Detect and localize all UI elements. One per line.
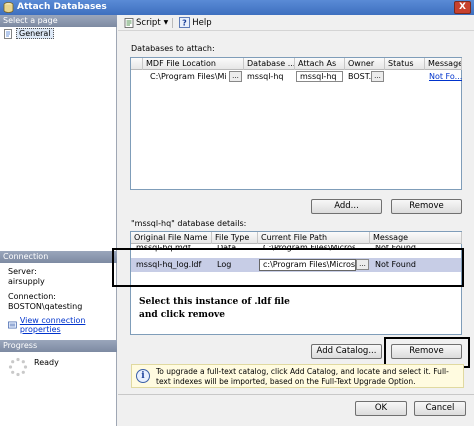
- message-link[interactable]: Not Fo...: [426, 71, 462, 83]
- script-label: Script: [136, 17, 161, 28]
- annotation-line: Select this instance of .ldf file: [139, 297, 290, 307]
- page-item-label: General: [16, 28, 54, 39]
- help-button[interactable]: ? Help: [179, 17, 212, 28]
- info-bar: i To upgrade a full-text catalog, click …: [131, 364, 464, 388]
- title-bar: Attach Databases X: [0, 0, 474, 15]
- properties-icon: [8, 321, 17, 329]
- column-header[interactable]: Attach As: [295, 58, 345, 70]
- highlight-box-ldf-row: [112, 248, 464, 287]
- connection-label: Connection:: [8, 292, 56, 301]
- view-connection-properties-link[interactable]: View connection properties: [8, 316, 116, 334]
- browse-mdf-button[interactable]: ...: [229, 71, 242, 82]
- details-grid-header: Original File Name File Type Current Fil…: [131, 232, 462, 244]
- server-label: Server:: [8, 267, 37, 276]
- databases-grid: MDF File Location Database ... Attach As…: [130, 57, 462, 190]
- window-title: Attach Databases: [17, 2, 107, 12]
- help-icon: ?: [179, 17, 191, 28]
- mdf-location-cell: C:\Program Files\Mi...: [150, 72, 227, 81]
- column-header[interactable]: Message: [425, 58, 462, 70]
- script-icon: [124, 17, 134, 28]
- info-text: To upgrade a full-text catalog, click Ad…: [156, 367, 449, 386]
- script-dropdown-icon[interactable]: ▼: [164, 19, 169, 26]
- page-item-general[interactable]: General: [3, 28, 54, 39]
- ok-button[interactable]: OK: [355, 401, 407, 416]
- column-header[interactable]: Original File Name: [131, 232, 212, 244]
- svg-text:?: ?: [182, 19, 187, 28]
- add-database-button[interactable]: Add...: [311, 199, 382, 214]
- attach-as-input[interactable]: mssql-hq: [296, 71, 343, 82]
- column-header[interactable]: Status: [385, 58, 425, 70]
- close-button[interactable]: X: [454, 1, 471, 14]
- column-header[interactable]: Message: [370, 232, 462, 244]
- remove-database-button[interactable]: Remove: [391, 199, 462, 214]
- annotation-text: Select this instance of .ldf file and cl…: [139, 296, 290, 322]
- progress-status: Ready: [34, 358, 59, 367]
- help-label: Help: [192, 17, 212, 28]
- column-header[interactable]: MDF File Location: [143, 58, 244, 70]
- info-icon: i: [136, 369, 150, 383]
- status-cell: [385, 71, 425, 83]
- databases-grid-header: MDF File Location Database ... Attach As…: [131, 58, 462, 70]
- column-header[interactable]: File Type: [212, 232, 258, 244]
- connection-header: Connection: [0, 251, 117, 263]
- view-connection-properties-label: View connection properties: [19, 316, 86, 334]
- connection-value: BOSTON\qatesting: [8, 302, 83, 311]
- databases-section-label: Databases to attach:: [131, 44, 215, 53]
- toolbar-separator: [172, 17, 174, 28]
- database-name-cell: mssql-hq: [247, 72, 284, 81]
- left-pane: Select a page General Connection Server:…: [0, 15, 117, 426]
- column-header[interactable]: Database ...: [244, 58, 295, 70]
- annotation-line: and click remove: [139, 310, 225, 320]
- toolbar: Script ▼ ? Help: [118, 15, 474, 31]
- bottom-separator: [118, 394, 474, 395]
- progress-header: Progress: [0, 340, 117, 352]
- details-section-label: "mssql-hq" database details:: [131, 219, 247, 228]
- column-header[interactable]: Owner: [345, 58, 385, 70]
- owner-cell: BOST...: [348, 72, 371, 81]
- add-catalog-button[interactable]: Add Catalog...: [311, 344, 382, 359]
- row-selector-header: [131, 58, 143, 70]
- progress-spinner-icon: [8, 357, 28, 377]
- table-row[interactable]: C:\Program Files\Mi... ... mssql-hq mssq…: [131, 71, 462, 83]
- browse-owner-button[interactable]: ...: [371, 71, 384, 82]
- server-value: airsupply: [8, 277, 45, 286]
- page-icon: [4, 28, 12, 39]
- cancel-button[interactable]: Cancel: [414, 401, 466, 416]
- script-button[interactable]: Script ▼: [124, 18, 168, 28]
- database-icon: [3, 2, 14, 13]
- column-header[interactable]: Current File Path: [258, 232, 370, 244]
- select-page-header: Select a page: [0, 15, 117, 27]
